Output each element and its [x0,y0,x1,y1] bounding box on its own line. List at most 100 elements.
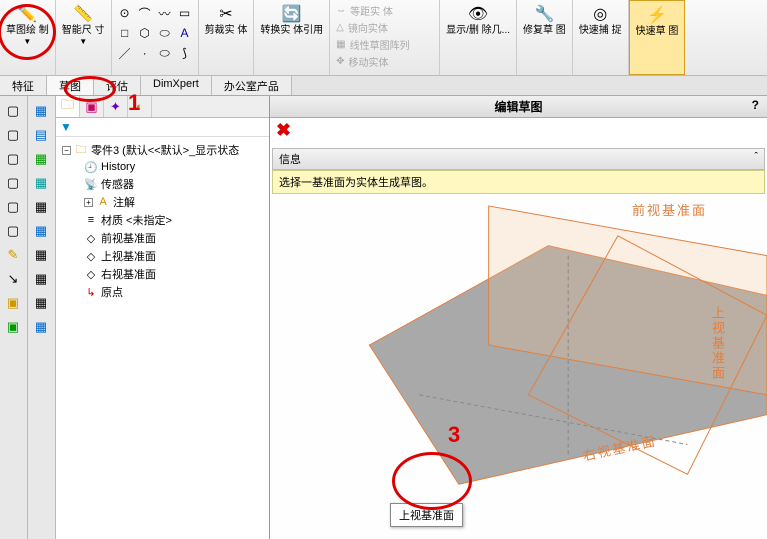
ribbon-group-repair: 🔧 修复草 图 [517,0,573,75]
move-button[interactable]: ✥移动实体 [334,53,435,70]
show-hide-button[interactable]: 👁 显示/删 除几... [444,2,512,38]
ribbon-group-convert: 🔄 转换实 体引用 [254,0,330,75]
slot-icon[interactable]: ⬭ [156,44,174,62]
tree-right-plane[interactable]: ◇右视基准面 [78,265,269,283]
expand-icon[interactable]: + [84,198,93,207]
convert-icon: 🔄 [282,4,302,24]
point-icon[interactable]: · [136,44,154,62]
left-toolbar-2: ▦ ▤ ▦ ▦ ▦ ▦ ▦ ▦ ▦ ▦ [28,96,56,539]
trim-button[interactable]: ✂ 剪裁实 体 [203,2,250,38]
tree-tab-feature[interactable]: 🗀 [56,96,80,117]
offset-button[interactable]: ⇔等距实 体 [334,2,435,19]
cube2-icon[interactable]: ▢ [2,124,24,146]
info-title-bar[interactable]: 信息 ˆ [272,148,765,170]
fillet-icon[interactable]: ⟆ [176,44,194,62]
sketch-draw-button[interactable]: ✏️ 草图绘 制 ▼ [4,2,51,48]
cube5-icon[interactable]: ▢ [2,196,24,218]
copy-icon[interactable]: ▣ [2,292,24,314]
tree-origin[interactable]: ↳原点 [78,283,269,301]
convert-button[interactable]: 🔄 转换实 体引用 [258,2,325,38]
tree-tab-config[interactable]: ▣ [80,96,104,117]
planes-svg [270,196,767,534]
chevron-down-icon: ▼ [23,37,31,46]
square-icon[interactable]: □ [116,24,134,42]
table-icon[interactable]: ▦ [30,100,52,122]
smart-dim-button[interactable]: 📏 智能尺 寸 ▼ [60,2,107,48]
dimension-icon: 📏 [73,4,93,24]
poly-icon[interactable]: ⬡ [136,24,154,42]
arrow-icon[interactable]: ↘ [2,268,24,290]
history-icon: 🕘 [84,160,98,174]
tree-annotations[interactable]: +A注解 [78,193,269,211]
repair-label: 修复草 图 [523,25,566,36]
top-plane-label: 上视基准面 [708,306,727,381]
ribbon-group-show: 👁 显示/删 除几... [440,0,517,75]
annotation-num-3: 3 [448,422,460,448]
grid7-icon[interactable]: ▦ [30,268,52,290]
circle-icon[interactable]: ⊙ [116,4,134,22]
ribbon-group-quicksketch: ⚡ 快速草 图 [629,0,686,75]
tree-front-plane[interactable]: ◇前视基准面 [78,229,269,247]
grid6-icon[interactable]: ▦ [30,244,52,266]
tab-dimxpert[interactable]: DimXpert [141,76,212,95]
grid3-icon[interactable]: ▦ [30,172,52,194]
tab-sketch[interactable]: 草图 [47,76,94,95]
ribbon-group-trim: ✂ 剪裁实 体 [199,0,255,75]
mirror-button[interactable]: △镜向实体 [334,19,435,36]
cube4-icon[interactable]: ▢ [2,172,24,194]
grid5-icon[interactable]: ▦ [30,220,52,242]
collapse-caret-icon[interactable]: ˆ [754,151,758,167]
grid9-icon[interactable]: ▦ [30,316,52,338]
annotation-num-1: 1 [128,90,140,116]
tree-material[interactable]: ≡材质 <未指定> [78,211,269,229]
info-section: 信息 ˆ 选择一基准面为实体生成草图。 [270,146,767,196]
main-area: ▢ ▢ ▢ ▢ ▢ ▢ ✎ ↘ ▣ ▣ ▦ ▤ ▦ ▦ ▦ ▦ ▦ ▦ ▦ ▦ … [0,96,767,539]
quick-sketch-button[interactable]: ⚡ 快速草 图 [634,3,681,39]
ribbon-group-dim: 📏 智能尺 寸 ▼ [56,0,112,75]
ribbon-group-snap: ◎ 快速捕 捉 [573,0,629,75]
viewport[interactable]: 前视基准面 上视基准面 右视基准面 上视基准面 [270,196,767,539]
eye-icon: 👁 [468,4,488,24]
canvas-area: 编辑草图 ? ✖ 信息 ˆ 选择一基准面为实体生成草图。 前视基准 [270,96,767,539]
rect-icon[interactable]: ▭ [176,4,194,22]
tab-office[interactable]: 办公室产品 [212,76,292,95]
mirror-icon: △ [336,22,344,33]
line-icon[interactable]: ／ [116,44,134,62]
grid4-icon[interactable]: ▦ [30,196,52,218]
ellipse-icon[interactable]: ⬭ [156,24,174,42]
tree-filter[interactable]: ▼ [56,118,269,137]
quick-snap-button[interactable]: ◎ 快速捕 捉 [577,2,624,38]
collapse-icon[interactable]: − [62,146,71,155]
pencil2-icon[interactable]: ✎ [2,244,24,266]
info-label: 信息 [279,151,301,167]
spline-icon[interactable]: 〰 [156,4,174,22]
plane-icon: ◇ [84,249,98,263]
cube6-icon[interactable]: ▢ [2,220,24,242]
arc-icon[interactable]: ⌒ [136,4,154,22]
green-icon[interactable]: ▣ [2,316,24,338]
help-icon[interactable]: ? [752,98,759,112]
grid2-icon[interactable]: ▦ [30,148,52,170]
close-icon[interactable]: ✖ [276,120,291,141]
ribbon-group-sketch: ✏️ 草图绘 制 ▼ [0,0,56,75]
text-icon[interactable]: A [176,24,194,42]
funnel-icon: ▼ [60,120,72,134]
sketch-draw-label: 草图绘 制 [6,25,49,36]
list-icon[interactable]: ▤ [30,124,52,146]
quick-snap-label: 快速捕 捉 [579,25,622,36]
front-plane-label: 前视基准面 [632,200,707,219]
plane-tooltip: 上视基准面 [390,503,463,527]
tree-top-plane[interactable]: ◇上视基准面 [78,247,269,265]
tree-root[interactable]: −🗀零件3 (默认<<默认>_显示状态 [56,141,269,159]
tree-sensors[interactable]: 📡传感器 [78,175,269,193]
cube-icon[interactable]: ▢ [2,100,24,122]
repair-icon: 🔧 [534,4,554,24]
grid8-icon[interactable]: ▦ [30,292,52,314]
cube3-icon[interactable]: ▢ [2,148,24,170]
convert-label: 转换实 体引用 [260,25,323,36]
tree-tab-display[interactable]: ✦ [104,96,128,117]
pattern-button[interactable]: ▦线性草图阵列 [334,36,435,53]
repair-button[interactable]: 🔧 修复草 图 [521,2,568,38]
tab-features[interactable]: 特征 [0,76,47,95]
tree-history[interactable]: 🕘History [78,159,269,175]
